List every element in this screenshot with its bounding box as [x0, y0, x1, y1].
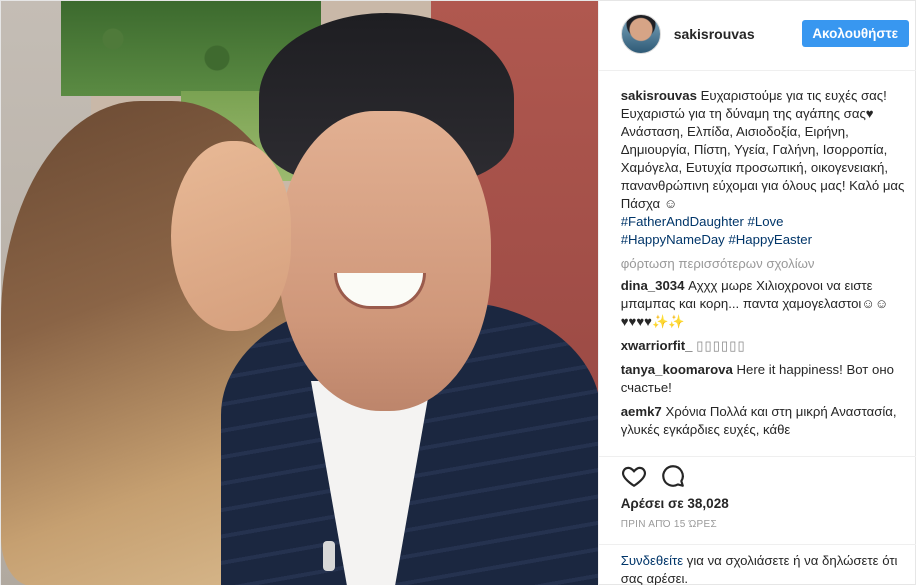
avatar[interactable]	[620, 14, 661, 54]
comment-username[interactable]: xwarriorfit_	[621, 338, 693, 353]
list-item: tanya_koomarova Here it happiness! Вот о…	[621, 361, 905, 397]
hashtag-happyeaster[interactable]: #HappyEaster	[728, 232, 812, 247]
comment-username[interactable]: aemk7	[621, 404, 662, 419]
caption: sakisrouvas Ευχαριστούμε για τις ευχές σ…	[621, 87, 905, 249]
list-item: xwarriorfit_ ▯▯▯▯▯▯	[621, 337, 905, 355]
caption-username[interactable]: sakisrouvas	[621, 88, 697, 103]
comment-username[interactable]: dina_3034	[621, 278, 685, 293]
list-item: aemk7 Χρόνια Πολλά και στη μικρή Αναστασ…	[621, 403, 905, 439]
follow-button[interactable]: Ακολουθήστε	[801, 20, 909, 47]
comment-text: ▯▯▯▯▯▯	[696, 338, 746, 353]
post-photo[interactable]	[1, 1, 598, 585]
header-username[interactable]: sakisrouvas	[674, 26, 755, 42]
post-actions: Αρέσει σε 38,028 ΠΡΙΝ ΑΠΌ 15 ΏΡΕΣ Συνδεθ…	[598, 456, 916, 585]
comment-icon[interactable]	[660, 463, 686, 489]
hashtag-fatheranddaughter[interactable]: #FatherAndDaughter	[621, 214, 744, 229]
login-prompt: Συνδεθείτε για να σχολιάσετε ή να δηλώσε…	[598, 544, 916, 585]
list-item: dina_3034 Αχχχ μωρε Χιλιοχρονοι να ειστε…	[621, 277, 905, 331]
post-header: sakisrouvas Ακολουθήστε	[598, 1, 916, 71]
load-more-comments-button[interactable]: φόρτωση περισσότερων σχολίων	[621, 255, 905, 273]
instagram-post: sakisrouvas Ακολουθήστε sakisrouvas Ευχα…	[0, 0, 916, 585]
post-timestamp[interactable]: ΠΡΙΝ ΑΠΌ 15 ΏΡΕΣ	[621, 519, 717, 530]
comment-username[interactable]: tanya_koomarova	[621, 362, 733, 377]
login-link[interactable]: Συνδεθείτε	[621, 553, 683, 568]
photo-girl-face	[171, 141, 291, 331]
photo-zipper	[323, 541, 335, 571]
hashtag-happynameday[interactable]: #HappyNameDay	[621, 232, 725, 247]
likes-count[interactable]: Αρέσει σε 38,028	[621, 496, 729, 511]
caption-text: Ευχαριστούμε για τις ευχές σας! Ευχαριστ…	[620, 88, 905, 211]
login-prompt-text: Συνδεθείτε για να σχολιάσετε ή να δηλώσε…	[621, 552, 901, 585]
comment-text: Χρόνια Πολλά και στη μικρή Αναστασία, γλ…	[620, 404, 897, 437]
hashtag-love[interactable]: #Love	[748, 214, 784, 229]
post-sidebar: sakisrouvas Ακολουθήστε sakisrouvas Ευχα…	[597, 1, 916, 585]
photo-man-face	[279, 111, 491, 411]
heart-icon[interactable]	[621, 463, 647, 489]
comments-list[interactable]: sakisrouvas Ευχαριστούμε για τις ευχές σ…	[621, 87, 905, 455]
